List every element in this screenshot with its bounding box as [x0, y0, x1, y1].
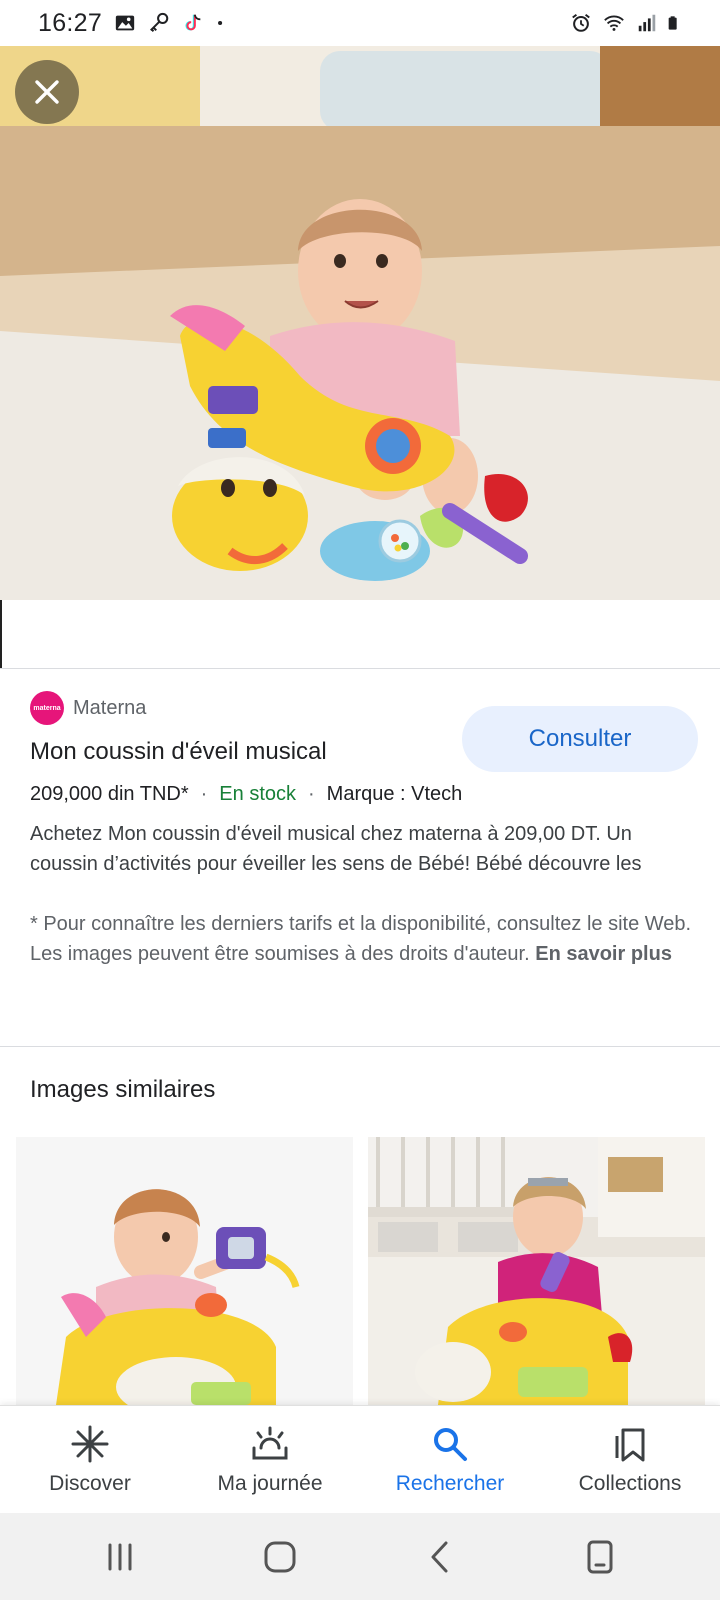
- nav-label: Rechercher: [395, 1472, 505, 1495]
- back-button[interactable]: [410, 1532, 470, 1582]
- product-brand: Marque : Vtech: [326, 782, 463, 805]
- keyboard-toggle-button[interactable]: [570, 1532, 630, 1582]
- battery-icon: [668, 16, 677, 30]
- close-button[interactable]: [15, 60, 79, 124]
- consult-button[interactable]: Consulter: [462, 706, 698, 772]
- status-time: 16:27: [38, 8, 103, 37]
- key-icon: [150, 12, 169, 32]
- product-image[interactable]: [0, 46, 720, 600]
- image-bottom-gap: [0, 600, 720, 668]
- recents-button[interactable]: [90, 1532, 150, 1582]
- bookmarks-icon: [610, 1424, 650, 1464]
- status-left-icons: [114, 12, 230, 34]
- search-icon: [430, 1424, 470, 1464]
- wifi-icon: [604, 15, 624, 31]
- nav-collections[interactable]: Collections: [540, 1406, 720, 1513]
- system-nav-bar: [0, 1513, 720, 1600]
- status-right-icons: [570, 12, 682, 34]
- back-icon: [431, 1541, 448, 1572]
- alarm-icon: [572, 13, 590, 32]
- signal-icon: [638, 14, 656, 32]
- home-icon: [264, 1541, 296, 1572]
- stock-status: En stock: [219, 782, 296, 805]
- meta-separator: ·: [308, 782, 315, 805]
- similar-images-heading: Images similaires: [30, 1076, 216, 1103]
- similar-image-2[interactable]: [368, 1137, 705, 1405]
- disclaimer: * Pour connaître les derniers tarifs et …: [30, 909, 700, 969]
- home-button[interactable]: [250, 1532, 310, 1582]
- divider: [0, 1046, 720, 1047]
- source-name: Materna: [73, 696, 147, 719]
- bottom-nav: Discover Ma journée Rechercher Collectio…: [0, 1405, 720, 1513]
- nav-label: Ma journée: [217, 1472, 323, 1495]
- status-bar: 16:27: [0, 0, 720, 46]
- sunrise-icon: [250, 1424, 290, 1464]
- phone-icon: [587, 1540, 613, 1573]
- gallery-icon: [115, 15, 135, 31]
- nav-rechercher[interactable]: Rechercher: [360, 1406, 540, 1513]
- meta-separator: ·: [200, 782, 208, 805]
- nav-label: Discover: [49, 1472, 131, 1495]
- asterisk-icon: [70, 1424, 110, 1464]
- similar-image-1[interactable]: [16, 1137, 353, 1405]
- dot-icon: [218, 20, 223, 26]
- product-meta: 209,000 din TND* · En stock · Marque : V…: [30, 779, 700, 809]
- nav-label: Collections: [578, 1472, 682, 1495]
- product-description: Achetez Mon coussin d'éveil musical chez…: [30, 823, 642, 875]
- learn-more-link[interactable]: En savoir plus: [535, 943, 672, 965]
- nav-ma-journee[interactable]: Ma journée: [180, 1406, 360, 1513]
- nav-discover[interactable]: Discover: [0, 1406, 180, 1513]
- tiktok-icon: [185, 14, 201, 31]
- recents-icon: [108, 1543, 132, 1570]
- close-icon: [35, 80, 59, 104]
- product-price: 209,000 din TND*: [30, 782, 189, 805]
- divider: [0, 668, 720, 669]
- source-logo: materna: [30, 691, 64, 725]
